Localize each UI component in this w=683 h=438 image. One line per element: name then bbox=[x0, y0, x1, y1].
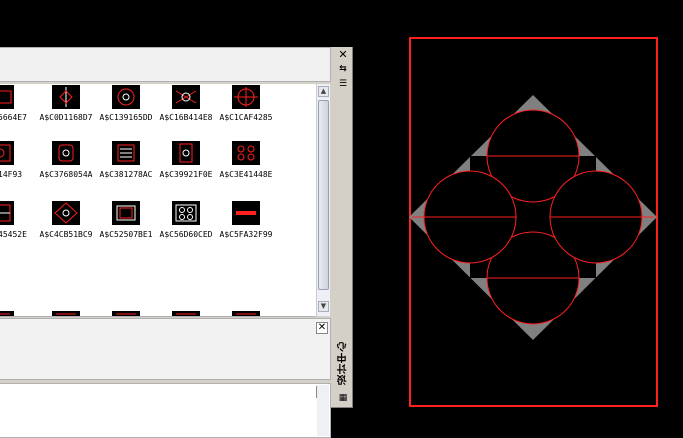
scroll-up-button[interactable]: ▲ bbox=[318, 86, 329, 97]
autohide-icon[interactable]: ⇆ bbox=[337, 63, 349, 75]
description-scrollbar[interactable] bbox=[317, 385, 329, 436]
block-thumbnail[interactable] bbox=[0, 141, 14, 165]
palette-close-icon[interactable]: ✕ bbox=[337, 49, 349, 61]
design-center-toolbar bbox=[0, 47, 331, 82]
block-preview-icon bbox=[56, 313, 76, 315]
block-thumbnail[interactable] bbox=[52, 201, 80, 225]
palette-title: 设计中心 bbox=[338, 341, 349, 385]
block-preview-icon bbox=[175, 204, 197, 222]
block-preview-icon bbox=[116, 313, 136, 315]
block-preview-icon bbox=[0, 313, 10, 315]
block-thumbnail[interactable] bbox=[0, 311, 14, 316]
block-thumbnail[interactable] bbox=[112, 85, 140, 109]
block-label[interactable]: A$C3E41448E bbox=[201, 170, 291, 179]
block-preview-icon bbox=[179, 143, 193, 163]
scrollbar-thumb[interactable] bbox=[318, 100, 329, 290]
description-pane: ✕ bbox=[0, 383, 331, 438]
block-preview-icon bbox=[176, 313, 196, 315]
properties-menu-icon[interactable]: ☰ bbox=[337, 78, 349, 90]
block-thumbnail[interactable] bbox=[232, 201, 260, 225]
block-label[interactable]: A$C1CAF4285 bbox=[201, 113, 291, 122]
block-thumbnail[interactable] bbox=[52, 141, 80, 165]
block-preview-icon bbox=[234, 87, 258, 107]
cad-model-space[interactable] bbox=[352, 0, 683, 432]
block-thumbnail[interactable] bbox=[0, 85, 14, 109]
block-thumbnail[interactable] bbox=[52, 311, 80, 316]
block-thumbnail[interactable] bbox=[232, 141, 260, 165]
design-center-palette: 5664E7 A$C0D1168D7 A$C139165DD A$C16B414E8 A… bbox=[0, 47, 353, 438]
block-thumbnail[interactable] bbox=[112, 201, 140, 225]
preview-pane: ✕ bbox=[0, 318, 331, 380]
block-preview-icon bbox=[54, 202, 78, 224]
preview-close-icon[interactable]: ✕ bbox=[316, 322, 328, 334]
block-preview-icon bbox=[236, 211, 256, 215]
block-preview-icon bbox=[117, 88, 135, 106]
block-label[interactable]: A$C5FA32F99 bbox=[201, 230, 291, 239]
block-preview-icon bbox=[0, 204, 11, 222]
block-thumbnail-grid: 5664E7 A$C0D1168D7 A$C139165DD A$C16B414E8 A… bbox=[0, 84, 316, 317]
block-thumbnail[interactable] bbox=[112, 311, 140, 316]
block-preview-icon bbox=[0, 144, 11, 162]
block-preview-icon bbox=[175, 90, 197, 104]
block-preview-icon bbox=[117, 144, 135, 162]
block-thumbnail[interactable] bbox=[52, 85, 80, 109]
palette-title-strip: ✕ ⇆ ☰ 设计中心 ▦ bbox=[333, 47, 352, 407]
block-thumbnail[interactable] bbox=[232, 311, 260, 316]
block-thumbnail[interactable] bbox=[172, 311, 200, 316]
block-thumbnail[interactable] bbox=[172, 85, 200, 109]
block-preview-icon bbox=[58, 144, 74, 162]
block-preview-icon bbox=[237, 145, 255, 161]
block-thumbnail[interactable] bbox=[112, 141, 140, 165]
block-preview-icon bbox=[236, 313, 256, 315]
block-thumbnail[interactable] bbox=[232, 85, 260, 109]
block-thumbnail[interactable] bbox=[0, 201, 14, 225]
block-preview-icon bbox=[116, 205, 136, 221]
block-thumbnail[interactable] bbox=[172, 201, 200, 225]
palette-grip-icon[interactable]: ▦ bbox=[337, 392, 349, 404]
block-preview-icon bbox=[59, 87, 73, 107]
vertical-scrollbar[interactable]: ▲ ▼ bbox=[316, 84, 330, 316]
block-preview-icon bbox=[0, 90, 12, 104]
scroll-down-button[interactable]: ▼ bbox=[318, 301, 329, 312]
block-thumbnail[interactable] bbox=[172, 141, 200, 165]
